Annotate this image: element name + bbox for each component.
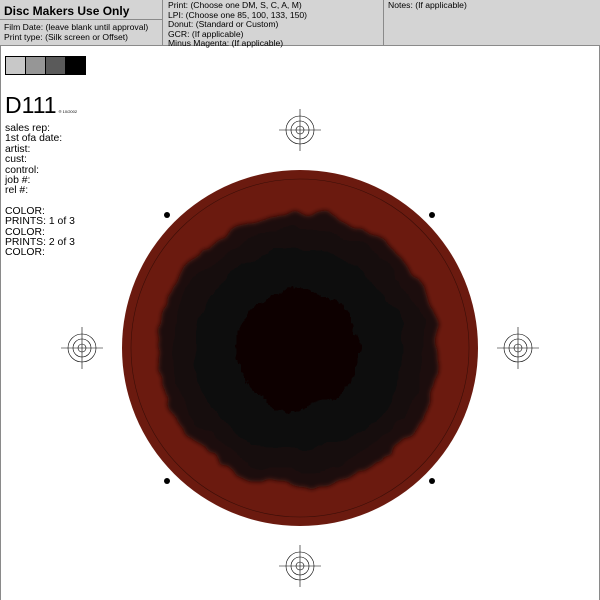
registration-target-icon	[279, 109, 321, 151]
registration-target-icon	[61, 327, 103, 369]
registration-target-icon	[497, 327, 539, 369]
registration-target-icon	[279, 545, 321, 587]
disc-dark-center	[158, 214, 438, 486]
disc-artwork	[0, 46, 600, 600]
